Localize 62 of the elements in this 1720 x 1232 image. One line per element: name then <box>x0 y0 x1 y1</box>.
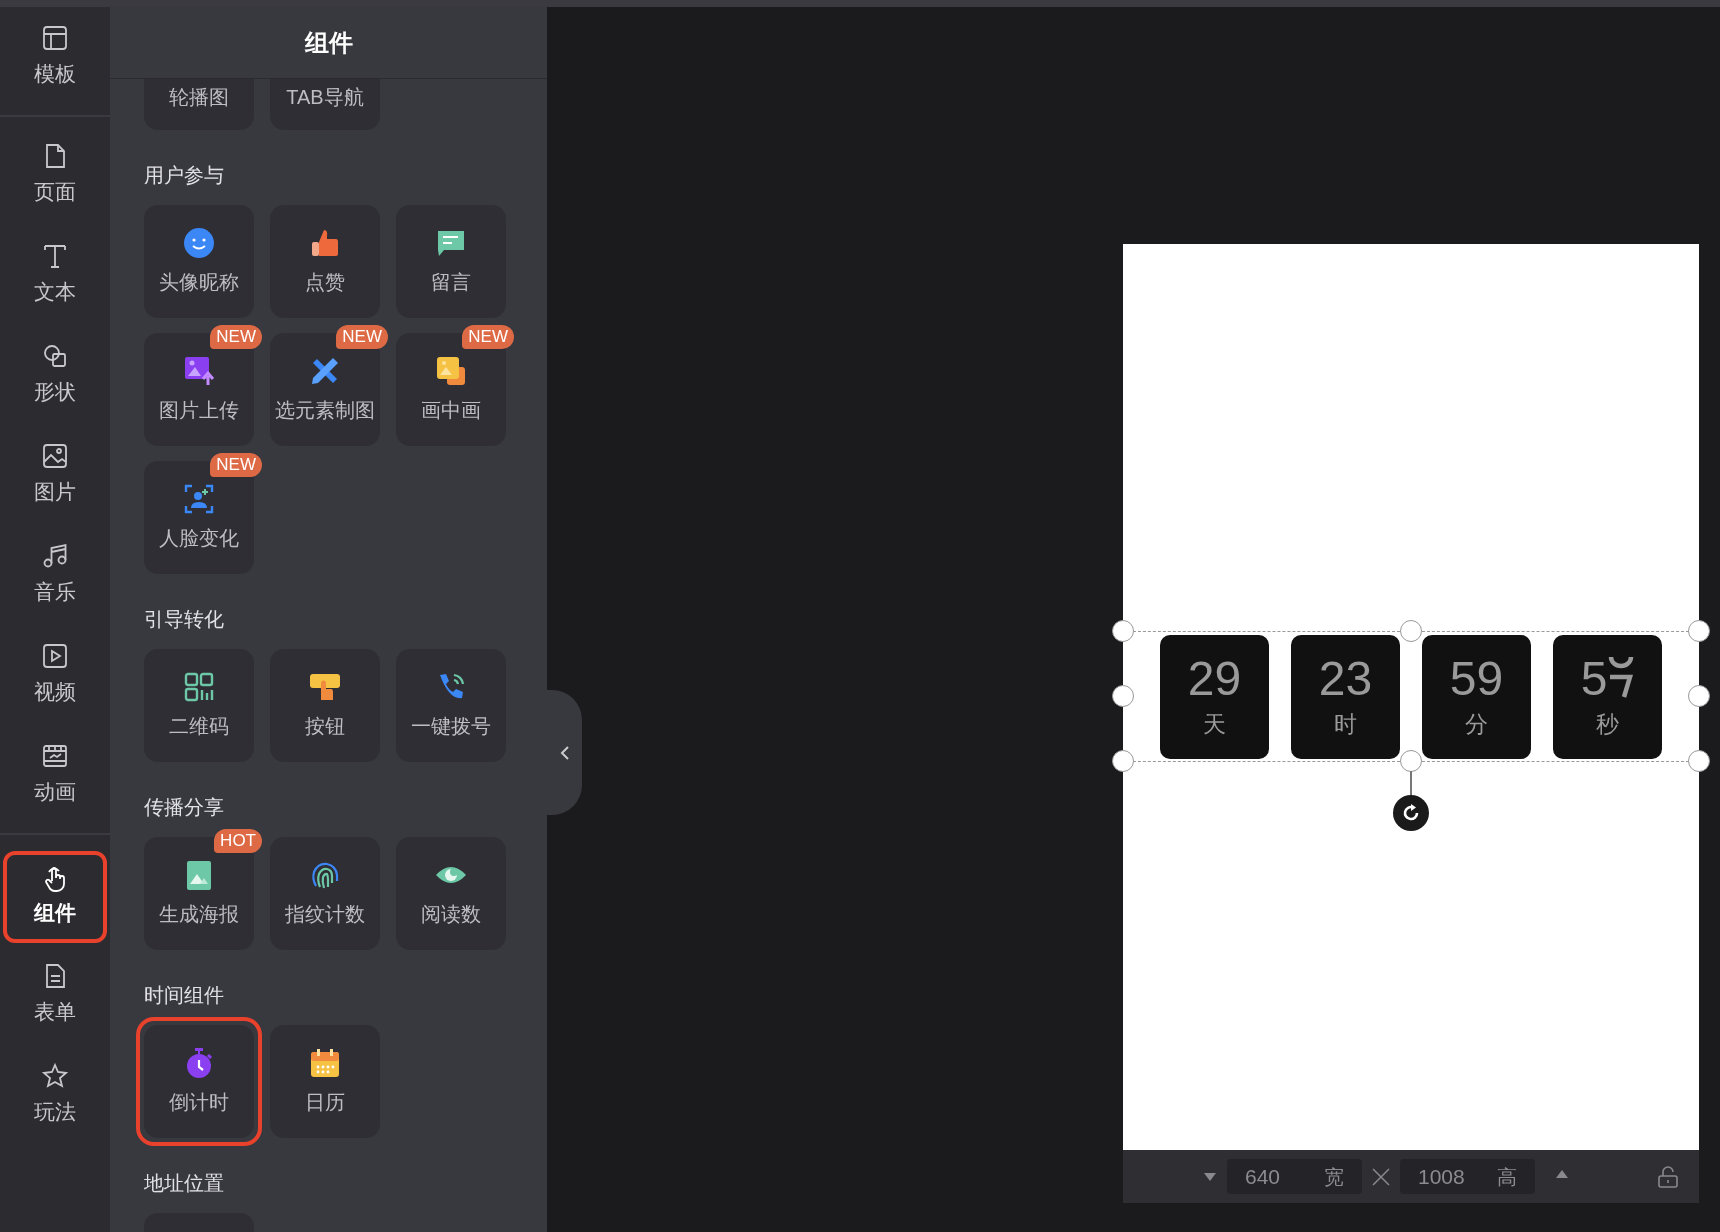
resize-handle[interactable] <box>1688 620 1710 642</box>
resize-handle[interactable] <box>1112 750 1134 772</box>
component-tile[interactable]: 倒计时 <box>136 1017 262 1146</box>
picture-in-picture-icon <box>435 354 467 387</box>
section-title: 传播分享 <box>144 795 225 820</box>
rail-item[interactable]: 动画 <box>3 725 107 825</box>
rail-item[interactable]: 音乐 <box>3 525 107 625</box>
resize-handle[interactable] <box>1400 620 1422 642</box>
rail-item[interactable]: 组件 <box>3 851 107 943</box>
caret-down-icon[interactable] <box>1203 1171 1217 1182</box>
resize-handle[interactable] <box>1112 685 1134 707</box>
countdown-value: 5 <box>1580 652 1608 705</box>
resize-handle[interactable] <box>1112 620 1134 642</box>
section-title: 地址位置 <box>144 1171 225 1196</box>
height-label: 高 <box>1497 1164 1517 1190</box>
countdown-value: 23 <box>1318 652 1373 705</box>
rail-item[interactable]: 文本 <box>3 225 107 325</box>
countdown-unit: 天 <box>1203 709 1226 739</box>
width-value: 640 <box>1245 1163 1281 1190</box>
tile-badge: NEW <box>336 325 388 349</box>
calendar-icon <box>309 1046 341 1079</box>
countdown-value: 29 <box>1187 652 1242 705</box>
countdown-unit: 分 <box>1465 709 1488 739</box>
section-title: 引导转化 <box>144 607 225 632</box>
image-upload-icon <box>183 354 215 387</box>
countdown-unit: 时 <box>1334 709 1357 739</box>
play-icon <box>41 642 69 671</box>
section-title: 时间组件 <box>144 983 225 1008</box>
caret-up-icon[interactable] <box>1555 1168 1569 1179</box>
times-icon <box>1372 1167 1390 1186</box>
face-scan-icon <box>183 482 215 515</box>
rail-item[interactable]: 模板 <box>3 7 107 107</box>
rail-item[interactable]: 形状 <box>3 325 107 425</box>
tile-badge: NEW <box>462 325 514 349</box>
rail-item[interactable]: 视频 <box>3 625 107 725</box>
smiley-icon <box>183 226 215 259</box>
rail-item[interactable]: 玩法 <box>3 1045 107 1145</box>
qr-code-icon <box>183 670 215 703</box>
panel-title: 组件 <box>304 27 353 58</box>
tile-badge: NEW <box>210 453 262 477</box>
image-icon <box>41 442 69 471</box>
resize-handle[interactable] <box>1400 750 1422 772</box>
height-field[interactable]: 1008 高 <box>1400 1159 1535 1194</box>
rail-item[interactable]: 页面 <box>3 125 107 225</box>
countdown-value: 59 <box>1449 652 1504 705</box>
countdown-unit: 秒 <box>1596 709 1619 739</box>
resize-handle[interactable] <box>1688 750 1710 772</box>
tile-badge: HOT <box>214 829 262 853</box>
tile-badge: NEW <box>210 325 262 349</box>
resize-handle[interactable] <box>1688 685 1710 707</box>
section-title: 用户参与 <box>144 163 225 188</box>
layout-icon <box>41 24 69 53</box>
unlock-icon[interactable] <box>1657 1165 1679 1188</box>
rail-item[interactable]: 图片 <box>3 425 107 525</box>
width-field[interactable]: 640 宽 <box>1227 1159 1362 1194</box>
rail-item[interactable]: 表单 <box>3 945 107 1045</box>
height-value: 1008 <box>1418 1163 1465 1190</box>
flipping-digit-drawing <box>1608 654 1635 699</box>
chevron-left-icon <box>558 744 571 761</box>
width-label: 宽 <box>1324 1164 1344 1190</box>
rotate-handle[interactable] <box>1393 795 1429 831</box>
text-icon <box>41 242 69 271</box>
